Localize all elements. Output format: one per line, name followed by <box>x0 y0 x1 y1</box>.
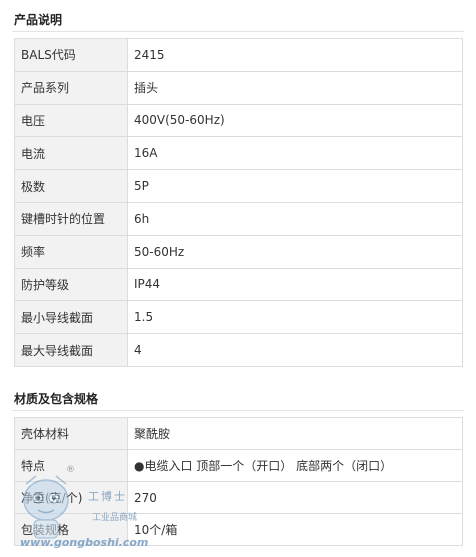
table-row: 最大导线截面 4 <box>14 333 463 367</box>
spec-value: ●电缆入口 顶部一个（开口） 底部两个（闭口） <box>127 449 463 482</box>
watermark-url: www.gongboshi.com <box>20 536 149 549</box>
spec-key: BALS代码 <box>14 38 128 72</box>
spec-key: 电流 <box>14 136 128 171</box>
spec-key: 最大导线截面 <box>14 333 128 367</box>
watermark-subtitle: 工业品商城 <box>92 513 138 523</box>
section-divider <box>12 410 464 411</box>
spec-key: 频率 <box>14 234 128 269</box>
table-row: BALS代码 2415 <box>14 38 463 72</box>
spec-value: 5P <box>127 169 463 203</box>
spec-value: 16A <box>127 136 463 171</box>
watermark-brand: 工博士 <box>88 490 127 503</box>
section-title-product-info: 产品说明 <box>14 13 63 27</box>
table-row: 频率 50-60Hz <box>14 234 463 269</box>
spec-value: 270 <box>127 481 463 514</box>
spec-value: 6h <box>127 201 463 236</box>
spec-value: 2415 <box>127 38 463 72</box>
spec-value: 4 <box>127 333 463 367</box>
table-row: 特点 ●电缆入口 顶部一个（开口） 底部两个（闭口） <box>14 449 463 482</box>
section-divider <box>12 31 464 32</box>
registered-mark: ® <box>66 465 75 475</box>
spec-key: 壳体材料 <box>14 417 128 450</box>
spec-value: 400V(50-60Hz) <box>127 103 463 138</box>
table-row: 产品系列 插头 <box>14 70 463 105</box>
spec-key: 键槽时针的位置 <box>14 201 128 236</box>
table-row: 最小导线截面 1.5 <box>14 300 463 335</box>
table-row: 电流 16A <box>14 136 463 171</box>
materials-table: 壳体材料 聚酰胺 特点 ●电缆入口 顶部一个（开口） 底部两个（闭口） 净重(克/个… <box>14 417 463 546</box>
spec-key: 防护等级 <box>14 267 128 302</box>
table-row: 壳体材料 聚酰胺 <box>14 417 463 450</box>
spec-value: IP44 <box>127 267 463 302</box>
table-row: 极数 5P <box>14 169 463 203</box>
table-row: 净重(克/个) 270 <box>14 481 463 514</box>
spec-key: 极数 <box>14 169 128 203</box>
table-row: 防护等级 IP44 <box>14 267 463 302</box>
table-row: 电压 400V(50-60Hz) <box>14 103 463 138</box>
section-title-materials: 材质及包含规格 <box>14 392 99 406</box>
product-info-table: BALS代码 2415 产品系列 插头 电压 400V(50-60Hz) 电流 16A … <box>14 38 463 367</box>
spec-value: 插头 <box>127 70 463 105</box>
spec-key: 电压 <box>14 103 128 138</box>
spec-value: 1.5 <box>127 300 463 335</box>
spec-key: 产品系列 <box>14 70 128 105</box>
spec-value: 10个/箱 <box>127 513 463 546</box>
table-row: 键槽时针的位置 6h <box>14 201 463 236</box>
spec-key: 最小导线截面 <box>14 300 128 335</box>
spec-value: 聚酰胺 <box>127 417 463 450</box>
spec-value: 50-60Hz <box>127 234 463 269</box>
